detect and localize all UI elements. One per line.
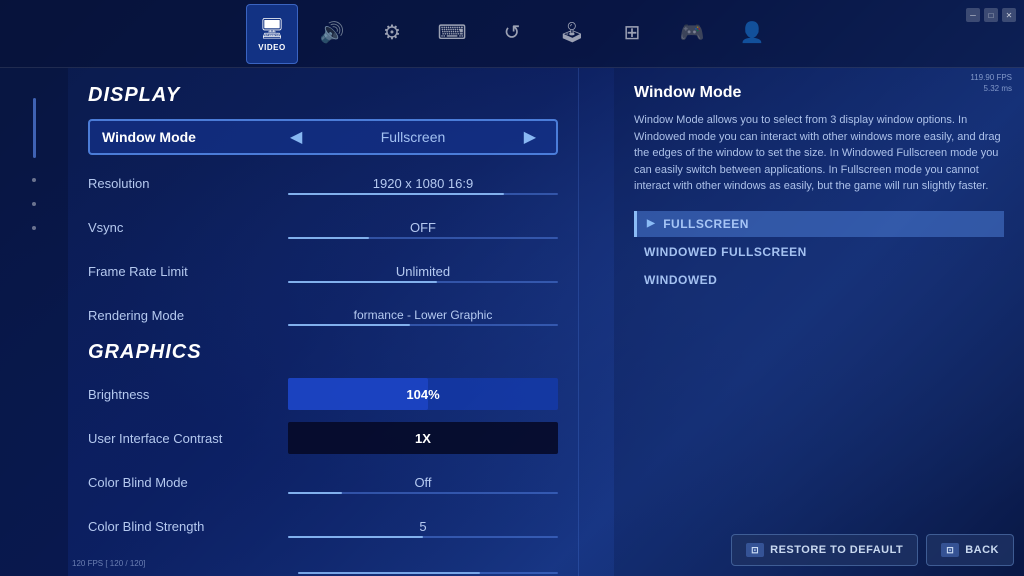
- color-blind-mode-row: Color Blind Mode Off: [88, 464, 558, 500]
- sidebar-dot-3: [32, 226, 36, 230]
- minimize-button[interactable]: ─: [966, 8, 980, 22]
- display-section-title: DISPLAY: [88, 84, 558, 107]
- panel-divider: [578, 68, 579, 576]
- color-blind-strength-row: Color Blind Strength 5: [88, 508, 558, 544]
- ui-contrast-row: User Interface Contrast 1X: [88, 420, 558, 456]
- nav-item-controller2[interactable]: 🕹: [546, 4, 598, 64]
- window-mode-label: Window Mode: [102, 129, 282, 145]
- color-blind-mode-value-container: Off: [288, 475, 558, 490]
- frame-rate-row: Frame Rate Limit Unlimited: [88, 253, 558, 289]
- window-mode-row[interactable]: Window Mode ◀ Fullscreen ▶: [88, 119, 558, 155]
- hud-icon: ⊞: [624, 20, 641, 45]
- brightness-row: Brightness 104%: [88, 376, 558, 412]
- rendering-mode-value: formance - Lower Graphic: [354, 308, 493, 322]
- maximize-button[interactable]: □: [984, 8, 998, 22]
- gear-icon: ⚙: [383, 20, 401, 45]
- vsync-label: Vsync: [88, 220, 288, 235]
- frame-rate-value-container: Unlimited: [288, 264, 558, 279]
- bottom-fps-display: 120 FPS [ 120 / 120]: [72, 559, 145, 568]
- window-mode-options: ▶ FULLSCREEN WINDOWED FULLSCREEN WINDOWE…: [634, 211, 1004, 293]
- ui-contrast-value-container[interactable]: 1X: [288, 422, 558, 454]
- gamepad-icon: 🎮: [680, 20, 705, 45]
- graphics-section-title: GRAPHICS: [88, 341, 558, 364]
- option-fullscreen[interactable]: ▶ FULLSCREEN: [634, 211, 1004, 237]
- refresh-icon: ↺: [504, 20, 521, 45]
- main-content: DISPLAY Window Mode ◀ Fullscreen ▶ Resol…: [68, 68, 578, 576]
- brightness-label: Brightness: [88, 387, 288, 402]
- window-mode-value: ◀ Fullscreen ▶: [282, 127, 544, 147]
- brightness-value: 104%: [406, 387, 439, 402]
- color-blind-strength-value: 5: [419, 519, 426, 534]
- color-blind-strength-value-container: 5: [288, 519, 558, 534]
- rendering-mode-label: Rendering Mode: [88, 308, 288, 323]
- resolution-label: Resolution: [88, 176, 288, 191]
- frame-rate-label: Frame Rate Limit: [88, 264, 288, 279]
- resolution-value: 1920 x 1080 16:9: [373, 176, 473, 191]
- panel-title: Window Mode: [634, 84, 1004, 102]
- restore-icon: ⊡: [746, 543, 764, 557]
- color-blind-mode-value: Off: [414, 475, 431, 490]
- color-blind-strength-label: Color Blind Strength: [88, 519, 288, 534]
- ui-contrast-value: 1X: [415, 431, 431, 446]
- panel-description: Window Mode allows you to select from 3 …: [634, 112, 1004, 195]
- vsync-value: OFF: [410, 220, 436, 235]
- nav-item-account[interactable]: 👤: [726, 4, 778, 64]
- fps-counter: 119.90 FPS 5.32 ms: [970, 72, 1012, 94]
- right-panel: Window Mode Window Mode allows you to se…: [614, 68, 1024, 576]
- nav-item-gamepad[interactable]: 🎮: [666, 4, 718, 64]
- top-navigation: 🖥 VIDEO 🔊 ⚙ ⌨ ↺ 🕹 ⊞ 🎮 👤: [0, 0, 1024, 68]
- frame-rate-value: Unlimited: [396, 264, 450, 279]
- nav-item-keyboard[interactable]: ⌨: [426, 4, 478, 64]
- brightness-value-container[interactable]: 104%: [288, 378, 558, 410]
- fps-value: 119.90 FPS: [970, 72, 1012, 83]
- back-icon: ⊡: [941, 543, 959, 557]
- close-button[interactable]: ✕: [1002, 8, 1016, 22]
- back-button[interactable]: ⊡ BACK: [926, 534, 1014, 566]
- option-fullscreen-label: FULLSCREEN: [663, 217, 749, 231]
- monitor-icon: 🖥: [259, 16, 284, 41]
- window-mode-prev-button[interactable]: ◀: [290, 127, 302, 147]
- nav-item-audio[interactable]: 🔊: [306, 4, 358, 64]
- selected-indicator: ▶: [647, 218, 655, 229]
- option-windowed-fullscreen[interactable]: WINDOWED FULLSCREEN: [634, 239, 1004, 265]
- keyboard-icon: ⌨: [438, 20, 467, 45]
- left-sidebar: [0, 68, 68, 576]
- color-blind-mode-label: Color Blind Mode: [88, 475, 288, 490]
- resolution-value-container: 1920 x 1080 16:9: [288, 176, 558, 191]
- bottom-controls: ⊡ RESTORE TO DEFAULT ⊡ BACK: [731, 534, 1014, 566]
- rendering-mode-row: Rendering Mode formance - Lower Graphic: [88, 297, 558, 333]
- restore-default-button[interactable]: ⊡ RESTORE TO DEFAULT: [731, 534, 918, 566]
- nav-item-hud[interactable]: ⊞: [606, 4, 658, 64]
- window-controls: ─ □ ✕: [966, 8, 1016, 22]
- controller-icon: 🕹: [559, 20, 584, 45]
- restore-default-label: RESTORE TO DEFAULT: [770, 544, 903, 556]
- sidebar-indicator: [33, 98, 36, 158]
- ui-contrast-label: User Interface Contrast: [88, 431, 288, 446]
- sidebar-dot-2: [32, 202, 36, 206]
- option-windowed[interactable]: WINDOWED: [634, 267, 1004, 293]
- vsync-row: Vsync OFF: [88, 209, 558, 245]
- nav-item-gear[interactable]: ⚙: [366, 4, 418, 64]
- option-windowed-label: WINDOWED: [644, 273, 717, 287]
- resolution-row: Resolution 1920 x 1080 16:9: [88, 165, 558, 201]
- vsync-value-container: OFF: [288, 220, 558, 235]
- audio-icon: 🔊: [320, 20, 345, 45]
- sidebar-dot-1: [32, 178, 36, 182]
- option-windowed-fullscreen-label: WINDOWED FULLSCREEN: [644, 245, 807, 259]
- window-mode-current-value: Fullscreen: [381, 129, 446, 145]
- rendering-mode-value-container: formance - Lower Graphic: [288, 308, 558, 322]
- nav-item-refresh[interactable]: ↺: [486, 4, 538, 64]
- nav-item-video[interactable]: 🖥 VIDEO: [246, 4, 298, 64]
- ms-value: 5.32 ms: [970, 83, 1012, 94]
- window-mode-next-button[interactable]: ▶: [524, 127, 536, 147]
- account-icon: 👤: [740, 20, 765, 45]
- back-label: BACK: [965, 544, 999, 556]
